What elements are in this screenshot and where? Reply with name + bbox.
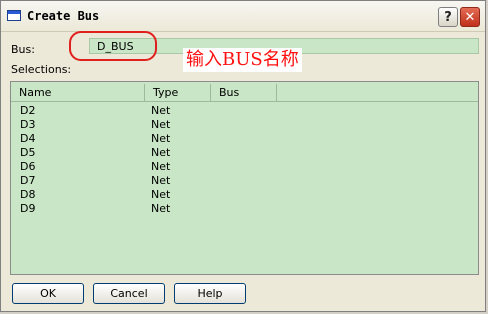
bus-label: Bus: [11,43,35,56]
annotation-text: 输入BUS名称 [183,48,302,72]
cancel-button[interactable]: Cancel [93,283,165,304]
list-item[interactable]: D6 Net [11,160,478,174]
help-icon[interactable]: ? [438,7,458,27]
list-item[interactable]: D2 Net [11,104,478,118]
net-name: D4 [20,132,36,145]
ok-button[interactable]: OK [12,283,84,304]
help-button[interactable]: Help [174,283,246,304]
list-item[interactable]: D3 Net [11,118,478,132]
list-item[interactable]: D5 Net [11,146,478,160]
net-name: D2 [20,104,36,117]
list-item[interactable]: D4 Net [11,132,478,146]
net-type: Net [151,132,171,145]
list-item[interactable]: D7 Net [11,174,478,188]
column-header-bus[interactable]: Bus [211,84,277,101]
title-bar[interactable]: Create Bus ? ✕ [1,1,485,32]
column-header-type[interactable]: Type [145,84,211,101]
column-header-name[interactable]: Name [11,84,145,101]
dialog-title: Create Bus [27,9,100,23]
list-header: Name Type Bus [11,84,478,102]
net-type: Net [151,160,171,173]
net-type: Net [151,174,171,187]
net-type: Net [151,118,171,131]
net-type: Net [151,146,171,159]
close-icon[interactable]: ✕ [460,7,480,27]
net-name: D5 [20,146,36,159]
net-name: D6 [20,160,36,173]
window-icon [7,10,21,21]
net-type: Net [151,202,171,215]
net-name: D3 [20,118,36,131]
selections-list[interactable]: Name Type Bus D2 Net D3 Net D4 Net D5 Ne… [10,81,479,275]
net-type: Net [151,104,171,117]
list-item[interactable]: D9 Net [11,202,478,216]
selections-label: Selections: [11,63,72,76]
net-name: D9 [20,202,36,215]
highlight-circle [69,31,157,61]
net-name: D8 [20,188,36,201]
net-name: D7 [20,174,36,187]
list-item[interactable]: D8 Net [11,188,478,202]
create-bus-dialog: Create Bus ? ✕ Bus: D_BUS 输入BUS名称 Select… [0,0,486,312]
net-type: Net [151,188,171,201]
